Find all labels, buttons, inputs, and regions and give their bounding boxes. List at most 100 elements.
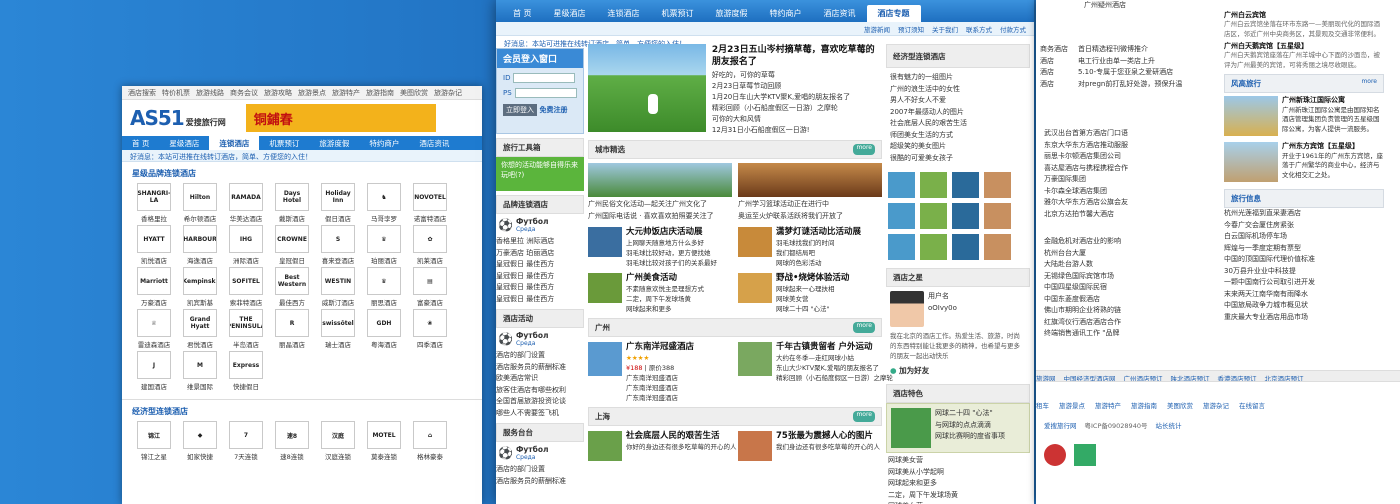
promo-banner[interactable]: 铜鋪春 <box>245 104 436 132</box>
sub-link[interactable]: 联系方式 <box>966 24 992 34</box>
feature-link[interactable]: 网球起来和更多 <box>888 478 1028 490</box>
sub-link[interactable]: 关于我们 <box>932 24 958 34</box>
info-link[interactable]: 杭州光莲福到直采妻酒店 <box>1224 208 1384 220</box>
feature-link[interactable]: 二定，周下午发球场黄 <box>888 490 1028 502</box>
id-input[interactable] <box>513 73 576 83</box>
promo-left-link[interactable]: 酒店 <box>1040 79 1068 91</box>
top-link[interactable]: 旅游景点 <box>298 88 326 98</box>
brand-link[interactable]: 香格里拉 洲际酒店 <box>496 236 584 248</box>
nav-tab[interactable]: 酒店资讯 <box>813 5 867 22</box>
top-link[interactable]: 旅游线路 <box>196 88 224 98</box>
news-link[interactable]: 东京大华东方酒店推动服服 <box>1044 140 1128 152</box>
sub-link[interactable]: 旅游新闻 <box>864 24 890 34</box>
news-link[interactable]: 杭州台台大厦 <box>1044 248 1121 260</box>
info-link[interactable]: 一颗中国南行公司取引进开发 <box>1224 277 1384 289</box>
brand-item[interactable]: ✿ 凯莱酒店 <box>408 225 452 265</box>
nav-tab[interactable]: 机票预订 <box>651 5 705 22</box>
tennis-photo[interactable] <box>984 234 1011 260</box>
info-link[interactable]: 白云国际机场停车场 <box>1224 231 1384 243</box>
service-link[interactable]: 酒店的部门设置 <box>496 464 584 476</box>
tennis-photo[interactable] <box>952 172 979 198</box>
activity-link[interactable]: 酒店服务员的薪酬标准 <box>496 362 584 374</box>
info-link[interactable]: 末来两天江南华南有雨降水 <box>1224 289 1384 301</box>
nav-tab[interactable]: 连锁酒店 <box>209 136 260 150</box>
nav-tab[interactable]: 首 页 <box>122 136 159 150</box>
nav-tab[interactable]: 特约商户 <box>759 5 813 22</box>
featured-hotel[interactable]: 广州新珠江国际公寓 广州新珠江国际公寓是由国际知名酒店管理集团负责管理的五星级国际… <box>1224 93 1384 139</box>
password-input[interactable] <box>514 88 577 98</box>
brand-item[interactable]: SOFITEL 索菲特酒店 <box>224 267 268 307</box>
promo-left-link[interactable]: 酒店 <box>1040 56 1068 68</box>
footer-link[interactable]: 旅游景点 <box>1059 402 1085 410</box>
footer-link[interactable]: 旅游网 <box>1036 375 1056 381</box>
news-link[interactable]: 佛山市期明企业将熟的链 <box>1044 305 1121 317</box>
news-link[interactable]: 武汉出台首第方酒店门口语 <box>1044 128 1128 140</box>
story-card[interactable]: 千年古镇贵留者 户外运动 大约在冬季—走红网球小姑 东山大少KTV聚K,爱唱的朋友报… <box>738 342 893 403</box>
theme-link[interactable]: 很有魅力的一组图片 <box>890 72 1026 84</box>
promo-link[interactable]: 对pregn前打乱好处游，预保升温 <box>1078 79 1182 91</box>
more-link[interactable]: more <box>853 322 875 333</box>
story-card[interactable]: 大元帅饭店庆活动展 上网聊天随意地方什么多好 羽毛球比较好动，更方便找她 羽毛球比较对… <box>588 227 732 268</box>
brand-item[interactable]: Days Hotel 戴斯酒店 <box>270 183 314 223</box>
brand-item[interactable]: ♛ 丽思酒店 <box>362 267 406 307</box>
activity-link[interactable]: 旅客住酒店有哪些权利 <box>496 385 584 397</box>
top-link[interactable]: 特价机票 <box>162 88 190 98</box>
news-link[interactable]: 喜达屋酒店与携程携程合作 <box>1044 163 1128 175</box>
hero-line[interactable]: 好吃的，可你的草莓 <box>712 70 882 81</box>
brand-item[interactable]: ♞ 马哥孛罗 <box>362 183 406 223</box>
brand-item[interactable]: R 丽晶酒店 <box>270 309 314 349</box>
brand-item[interactable]: 7 7天连锁 <box>224 421 268 461</box>
nav-tab[interactable]: 星级酒店 <box>159 136 209 150</box>
brand-item[interactable]: J 建国酒店 <box>132 351 176 391</box>
info-link[interactable]: 重庆最大专业酒店用品市场 <box>1224 312 1384 324</box>
brand-link[interactable]: 皇冠假日 最佳西方 <box>496 259 584 271</box>
feature-line[interactable]: 网球二十四 "心法" <box>935 408 1005 420</box>
story-card[interactable]: 野战•烧烤体验活动 网球起来一心理扶相 网球美女营 网球二十四 "心法" <box>738 273 882 314</box>
tennis-photo[interactable] <box>920 234 947 260</box>
top-link[interactable]: 酒店搜索 <box>128 88 156 98</box>
info-link[interactable]: 今春广交会厦住房紧张 <box>1224 220 1384 232</box>
news-link[interactable]: 金融危机对酒店业的影响 <box>1044 236 1121 248</box>
brand-item[interactable]: swissôtel 瑞士酒店 <box>316 309 360 349</box>
register-link[interactable]: 免费注册 <box>540 106 568 114</box>
story-card[interactable]: 75张最为震撼人心的图片 我们身边还有很多吃草莓的开心的人 <box>738 431 882 461</box>
brand-link[interactable]: 皇冠假日 最佳西方 <box>496 282 584 294</box>
nav-tab[interactable]: 机票预订 <box>259 136 309 150</box>
brand-link[interactable]: 皇冠假日 最佳西方 <box>496 294 584 306</box>
feature-card[interactable]: 网球二十四 "心法" 与网球的点点滴滴 网球比赛啊的度省事项 <box>886 403 1030 453</box>
brand-item[interactable]: MOTEL 莫泰连锁 <box>362 421 406 461</box>
login-button[interactable]: 立即登入 <box>503 104 537 116</box>
tennis-photo[interactable] <box>952 234 979 260</box>
nav-tab[interactable]: 连锁酒店 <box>597 5 651 22</box>
info-link[interactable]: 辉煌与一季度定期有票型 <box>1224 243 1384 255</box>
police-badge-icon[interactable] <box>1044 444 1066 466</box>
hero-title[interactable]: 2月23日五山岑村摘草莓，喜欢吃草莓的朋友报名了 <box>712 44 882 68</box>
footer-link[interactable]: 中国经济型酒店网 <box>1064 375 1116 381</box>
brand-item[interactable]: IHG 洲际酒店 <box>224 225 268 265</box>
city-photo-2[interactable] <box>738 163 882 197</box>
tennis-photo[interactable] <box>920 203 947 229</box>
top-link[interactable]: 旅游攻略 <box>264 88 292 98</box>
brand-item[interactable]: Marriott 万豪酒店 <box>132 267 176 307</box>
feature-line[interactable]: 网球比赛啊的度省事项 <box>935 431 1005 443</box>
brand-item[interactable]: ◆ 如家快捷 <box>178 421 222 461</box>
brand-item[interactable]: HARBOUR 海逸酒店 <box>178 225 222 265</box>
hero-line[interactable]: 精彩回顾（小石船度假区一日游）之摩轮 <box>712 103 882 114</box>
news-link[interactable]: 终端销售通讯工作 "品牌 <box>1044 328 1121 340</box>
site-logo[interactable]: AS51 爱搜旅行网 <box>130 106 226 130</box>
theme-link[interactable]: 师团美女生活的方式 <box>890 130 1026 142</box>
top-link[interactable]: 美图欣赏 <box>400 88 428 98</box>
stats-link[interactable]: 站长统计 <box>1155 420 1181 430</box>
activity-link[interactable]: 酒店的部门设置 <box>496 350 584 362</box>
brand-item[interactable]: ⌂ 格林豪泰 <box>408 421 452 461</box>
nav-tab[interactable]: 首 页 <box>502 5 543 22</box>
security-badge-icon[interactable] <box>1074 444 1096 466</box>
more-link[interactable]: more <box>853 144 875 155</box>
feature-link[interactable]: 网球美从小学起啊 <box>888 467 1028 479</box>
promo-link[interactable]: 电工行业由单一类店上升 <box>1078 56 1182 68</box>
top-link[interactable]: 商务会议 <box>230 88 258 98</box>
futbol-banner[interactable]: ⚽ Футбол Среда <box>496 214 584 236</box>
user-avatar[interactable] <box>890 291 924 327</box>
brand-item[interactable]: WESTIN 威斯汀酒店 <box>316 267 360 307</box>
story-card[interactable]: 广州美食活动 不素随意欢悦主是理想方式 二定，周下午发球场黄 网球起来和更多 <box>588 273 732 314</box>
